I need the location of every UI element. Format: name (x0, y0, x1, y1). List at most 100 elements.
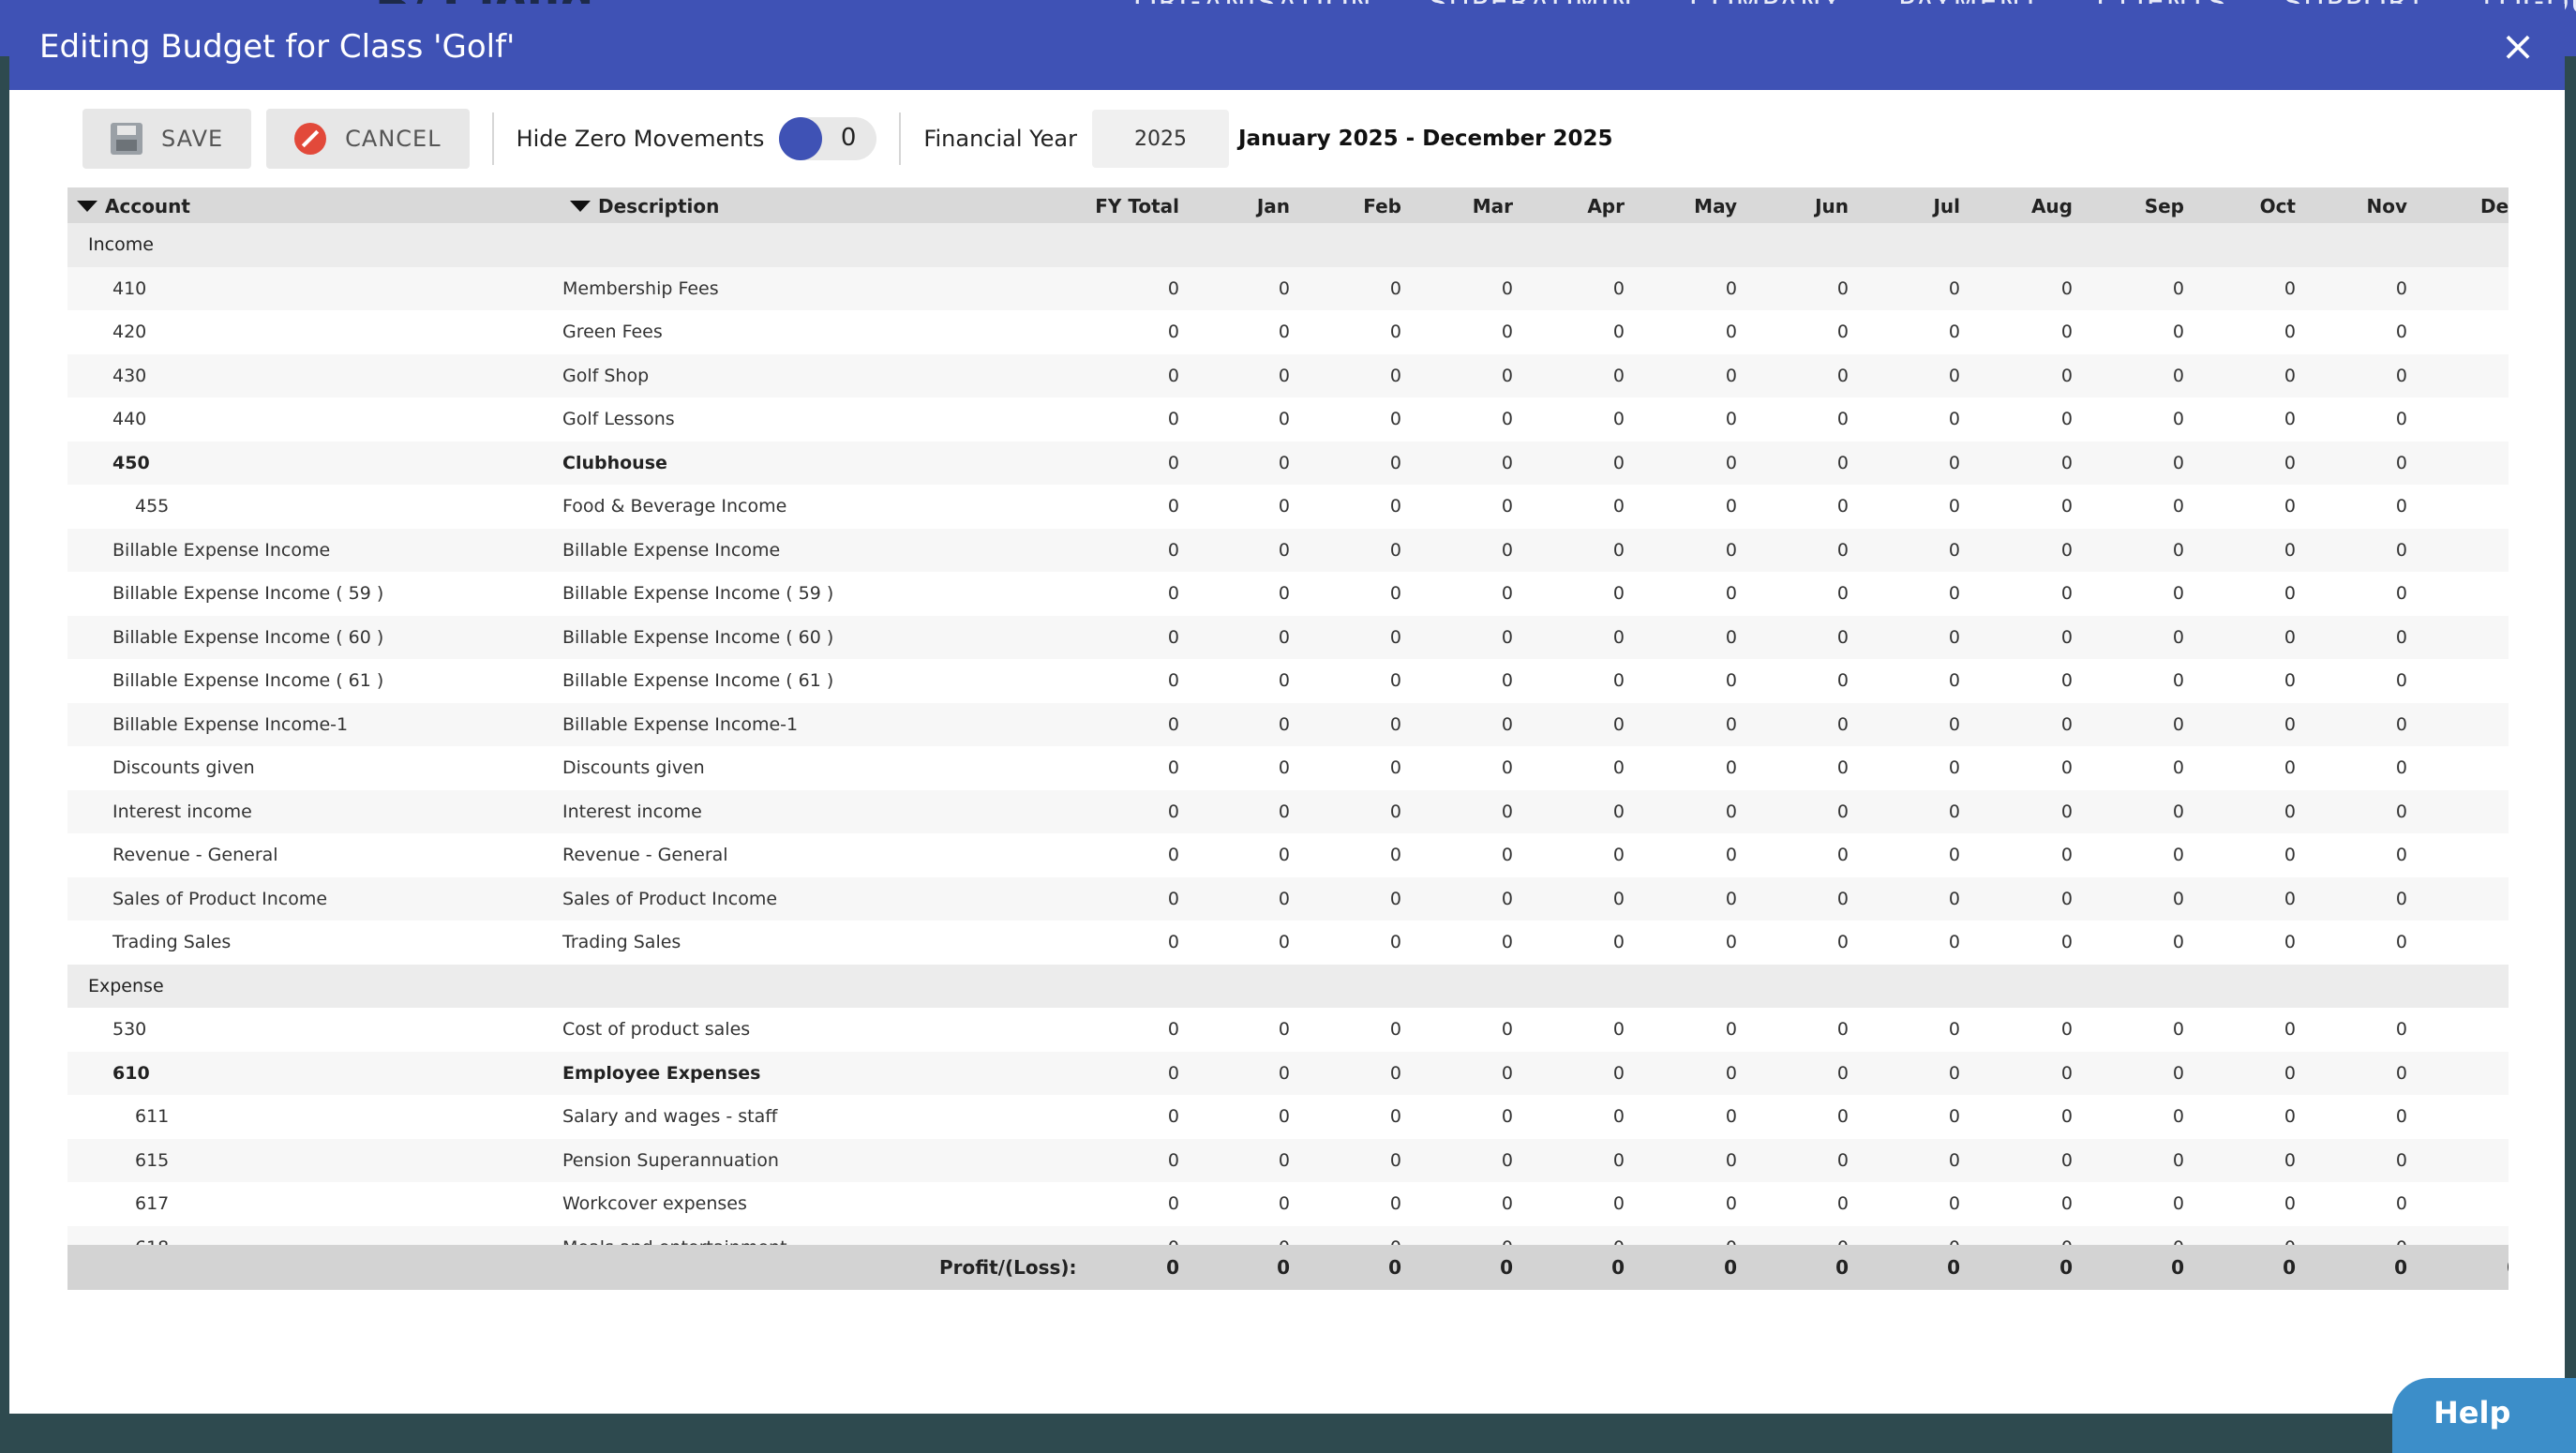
budget-value-cell[interactable]: 0 (1876, 1106, 1960, 1127)
budget-value-cell[interactable]: 0 (1653, 322, 1737, 342)
budget-value-cell[interactable]: 0 (1317, 496, 1401, 517)
budget-value-cell[interactable]: 0 (2435, 757, 2509, 778)
budget-value-cell[interactable]: 0 (1988, 540, 2073, 561)
budget-value-cell[interactable]: 0 (2100, 322, 2184, 342)
budget-value-cell[interactable]: 0 (2211, 714, 2296, 735)
budget-value-cell[interactable]: 0 (1317, 1106, 1401, 1127)
budget-value-cell[interactable]: 0 (1653, 409, 1737, 429)
budget-value-cell[interactable]: 0 (2211, 627, 2296, 648)
budget-value-cell[interactable]: 0 (1206, 496, 1290, 517)
budget-value-cell[interactable]: 0 (1988, 322, 2073, 342)
budget-value-cell[interactable]: 0 (1206, 845, 1290, 865)
budget-value-cell[interactable]: 0 (2100, 932, 2184, 952)
budget-value-cell[interactable]: 0 (2323, 583, 2407, 604)
budget-value-cell[interactable]: 0 (1429, 714, 1513, 735)
budget-value-cell[interactable]: 0 (1206, 453, 1290, 473)
save-button[interactable]: SAVE (82, 109, 252, 169)
budget-value-cell[interactable]: 0 (1540, 496, 1625, 517)
budget-value-cell[interactable]: 0 (1206, 670, 1290, 691)
budget-value-cell[interactable]: 0 (1317, 889, 1401, 909)
budget-value-cell[interactable]: 0 (2100, 366, 2184, 386)
budget-value-cell[interactable]: 0 (1095, 322, 1179, 342)
budget-value-cell[interactable]: 0 (1540, 453, 1625, 473)
budget-value-cell[interactable]: 0 (2435, 583, 2509, 604)
budget-value-cell[interactable]: 0 (1653, 278, 1737, 299)
budget-value-cell[interactable]: 0 (1540, 409, 1625, 429)
budget-value-cell[interactable]: 0 (2100, 1106, 2184, 1127)
budget-value-cell[interactable]: 0 (2435, 1150, 2509, 1171)
budget-value-cell[interactable]: 0 (2435, 1063, 2509, 1084)
budget-value-cell[interactable]: 0 (1095, 496, 1179, 517)
budget-value-cell[interactable]: 0 (2435, 278, 2509, 299)
budget-value-cell[interactable]: 0 (1095, 757, 1179, 778)
budget-value-cell[interactable]: 0 (1317, 801, 1401, 822)
budget-value-cell[interactable]: 0 (1095, 889, 1179, 909)
budget-value-cell[interactable]: 0 (1206, 1019, 1290, 1040)
budget-value-cell[interactable]: 0 (2211, 1106, 2296, 1127)
budget-value-cell[interactable]: 0 (1095, 453, 1179, 473)
budget-value-cell[interactable]: 0 (2435, 453, 2509, 473)
budget-value-cell[interactable]: 0 (1540, 1150, 1625, 1171)
budget-value-cell[interactable]: 0 (1429, 1237, 1513, 1246)
budget-value-cell[interactable]: 0 (2100, 453, 2184, 473)
budget-value-cell[interactable]: 0 (1540, 366, 1625, 386)
budget-value-cell[interactable]: 0 (1095, 1193, 1179, 1214)
budget-value-cell[interactable]: 0 (1095, 932, 1179, 952)
budget-value-cell[interactable]: 0 (1095, 845, 1179, 865)
budget-value-cell[interactable]: 0 (1317, 1193, 1401, 1214)
budget-value-cell[interactable]: 0 (2435, 322, 2509, 342)
budget-value-cell[interactable]: 0 (2211, 453, 2296, 473)
budget-value-cell[interactable]: 0 (1653, 1237, 1737, 1246)
column-description[interactable]: Description (570, 195, 719, 217)
budget-value-cell[interactable]: 0 (2100, 1150, 2184, 1171)
budget-value-cell[interactable]: 0 (2100, 1063, 2184, 1084)
budget-value-cell[interactable]: 0 (1653, 757, 1737, 778)
budget-value-cell[interactable]: 0 (1317, 627, 1401, 648)
budget-value-cell[interactable]: 0 (2211, 278, 2296, 299)
budget-value-cell[interactable]: 0 (2435, 627, 2509, 648)
budget-value-cell[interactable]: 0 (1764, 932, 1849, 952)
budget-value-cell[interactable]: 0 (1429, 1019, 1513, 1040)
budget-value-cell[interactable]: 0 (1876, 366, 1960, 386)
budget-value-cell[interactable]: 0 (1653, 540, 1737, 561)
budget-value-cell[interactable]: 0 (2323, 1063, 2407, 1084)
budget-value-cell[interactable]: 0 (1988, 1237, 2073, 1246)
budget-value-cell[interactable]: 0 (1988, 453, 2073, 473)
budget-value-cell[interactable]: 0 (1206, 1237, 1290, 1246)
budget-value-cell[interactable]: 0 (1317, 845, 1401, 865)
budget-value-cell[interactable]: 0 (1540, 889, 1625, 909)
budget-value-cell[interactable]: 0 (1876, 801, 1960, 822)
budget-value-cell[interactable]: 0 (2323, 1106, 2407, 1127)
budget-value-cell[interactable]: 0 (2100, 889, 2184, 909)
budget-value-cell[interactable]: 0 (2323, 409, 2407, 429)
budget-value-cell[interactable]: 0 (1317, 1237, 1401, 1246)
budget-value-cell[interactable]: 0 (2435, 1193, 2509, 1214)
budget-value-cell[interactable]: 0 (1764, 627, 1849, 648)
budget-value-cell[interactable]: 0 (2100, 409, 2184, 429)
budget-value-cell[interactable]: 0 (1540, 1063, 1625, 1084)
budget-value-cell[interactable]: 0 (2211, 801, 2296, 822)
budget-value-cell[interactable]: 0 (1876, 496, 1960, 517)
budget-value-cell[interactable]: 0 (1876, 322, 1960, 342)
budget-value-cell[interactable]: 0 (2323, 627, 2407, 648)
budget-value-cell[interactable]: 0 (1876, 1063, 1960, 1084)
budget-value-cell[interactable]: 0 (1876, 757, 1960, 778)
budget-value-cell[interactable]: 0 (1988, 932, 2073, 952)
budget-value-cell[interactable]: 0 (1429, 1193, 1513, 1214)
budget-value-cell[interactable]: 0 (1429, 845, 1513, 865)
budget-value-cell[interactable]: 0 (1540, 757, 1625, 778)
budget-value-cell[interactable]: 0 (1540, 278, 1625, 299)
budget-value-cell[interactable]: 0 (1653, 670, 1737, 691)
budget-value-cell[interactable]: 0 (1876, 714, 1960, 735)
budget-value-cell[interactable]: 0 (1653, 845, 1737, 865)
budget-value-cell[interactable]: 0 (1429, 627, 1513, 648)
budget-value-cell[interactable]: 0 (2100, 757, 2184, 778)
budget-value-cell[interactable]: 0 (1095, 627, 1179, 648)
budget-value-cell[interactable]: 0 (1317, 322, 1401, 342)
budget-value-cell[interactable]: 0 (1317, 540, 1401, 561)
budget-value-cell[interactable]: 0 (2100, 540, 2184, 561)
budget-value-cell[interactable]: 0 (1429, 453, 1513, 473)
budget-value-cell[interactable]: 0 (2435, 801, 2509, 822)
budget-value-cell[interactable]: 0 (2435, 845, 2509, 865)
budget-value-cell[interactable]: 0 (1764, 366, 1849, 386)
